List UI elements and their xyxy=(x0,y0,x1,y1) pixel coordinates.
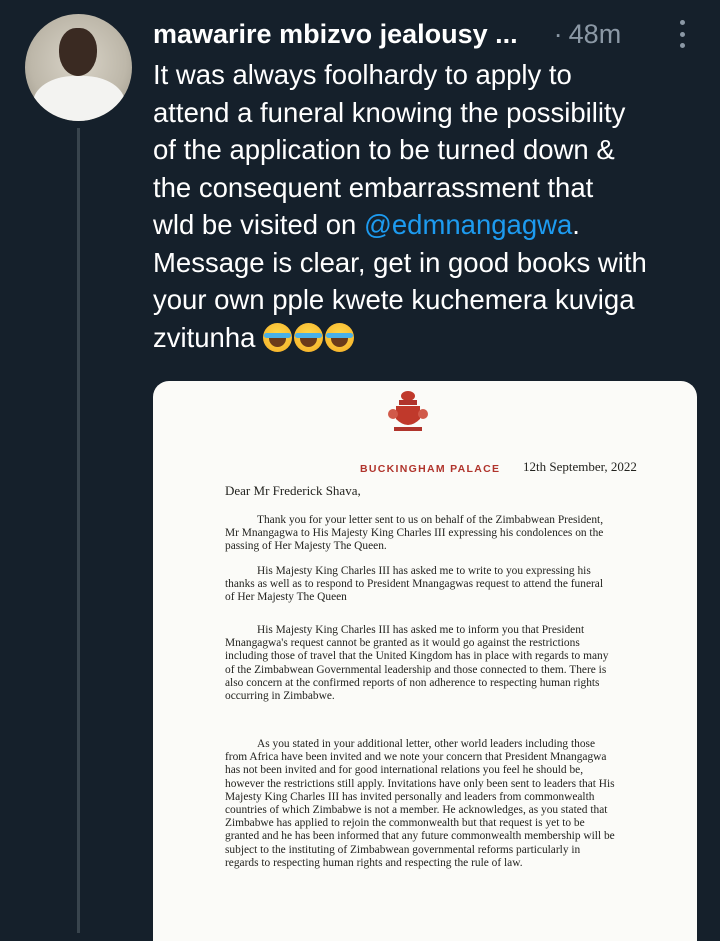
tears-of-joy-emoji-icon xyxy=(294,322,324,352)
tweet-line-prefix: wld be visited on xyxy=(153,209,364,240)
tweet-line: attend a funeral knowing the possibility xyxy=(153,96,626,128)
letterhead-sender: BUCKINGHAM PALACE xyxy=(360,463,501,475)
tweet-line: the consequent embarrassment that xyxy=(153,171,594,203)
avatar[interactable] xyxy=(25,14,132,121)
letter-salutation: Dear Mr Frederick Shava, xyxy=(225,483,361,498)
tweet-line: It was always foolhardy to apply to xyxy=(153,59,572,90)
more-vertical-icon[interactable] xyxy=(677,20,687,48)
letter-date: 12th September, 2022 xyxy=(523,459,637,474)
tears-of-joy-emoji-icon xyxy=(325,322,355,352)
letter-paragraph: His Majesty King Charles III has asked m… xyxy=(225,565,604,604)
tweet-line: of the application to be turned down & xyxy=(153,134,615,165)
letter-paragraph: As you stated in your additional letter,… xyxy=(225,738,615,869)
display-name[interactable]: mawarire mbizvo jealousy ... xyxy=(153,19,518,50)
attached-letter-image[interactable]: BUCKINGHAM PALACE 12th September, 2022 D… xyxy=(153,381,697,941)
mention-link[interactable]: @edmnangagwa xyxy=(364,209,572,240)
tears-of-joy-emoji-icon xyxy=(263,322,293,352)
tweet-line: your own pple kwete kuchemera kuviga xyxy=(153,284,635,315)
thread-line xyxy=(77,128,80,933)
tweet-text: It was always foolhardy to apply to atte… xyxy=(153,56,698,356)
avatar-head xyxy=(59,28,97,76)
letter-paragraph: His Majesty King Charles III has asked m… xyxy=(225,624,609,703)
tweet-line-last: zvitunha xyxy=(153,319,698,357)
tweet-header: mawarire mbizvo jealousy ... · 48m xyxy=(153,12,693,56)
letter-paragraph: Thank you for your letter sent to us on … xyxy=(225,514,604,553)
avatar-shirt xyxy=(33,76,125,121)
timestamp[interactable]: 48m xyxy=(569,19,622,50)
tweet-last-words: zvitunha xyxy=(153,321,264,353)
separator-dot: · xyxy=(553,18,563,49)
tweet-line-mention: wld be visited on @edmnangagwa. xyxy=(153,206,698,244)
royal-crest-icon xyxy=(388,391,428,431)
tweet-line: Message is clear, get in good books with xyxy=(153,246,647,278)
tweet-line-suffix: . xyxy=(572,209,580,240)
